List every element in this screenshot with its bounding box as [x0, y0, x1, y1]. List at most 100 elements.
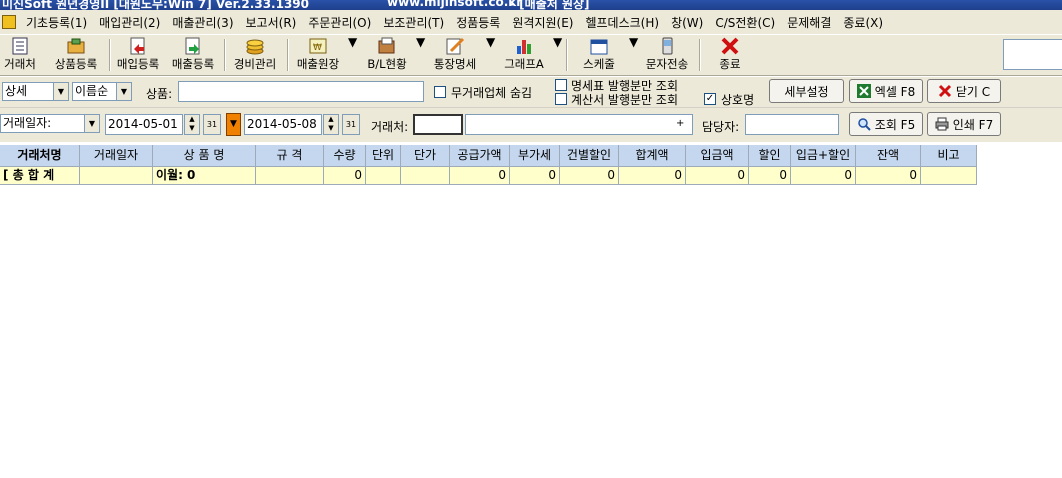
product-reg-button[interactable]: 상품등록: [49, 37, 103, 73]
bank-statement-button[interactable]: 통장명세: [428, 37, 482, 73]
schedule-button[interactable]: 스케줄: [574, 37, 624, 73]
menu-order[interactable]: 주문관리(O): [302, 14, 377, 31]
date-from-calendar-icon[interactable]: 31: [203, 114, 221, 135]
toolbar-separator: [224, 39, 226, 71]
date-range-toggle-icon[interactable]: ▼: [226, 113, 241, 136]
bl-status-button[interactable]: B/L현황: [362, 37, 412, 73]
purchase-doc-icon: [128, 37, 148, 55]
close-button[interactable]: 닫기 C: [927, 79, 1001, 103]
menu-report[interactable]: 보고서(R): [240, 14, 303, 31]
detail-settings-label: 세부설정: [784, 84, 829, 99]
date-type-value: 거래일자:: [3, 116, 52, 130]
expense-button[interactable]: 경비관리: [228, 37, 282, 73]
header-product[interactable]: 상 품 명: [153, 145, 256, 167]
header-deposit[interactable]: 입금액: [686, 145, 749, 167]
header-note[interactable]: 비고: [921, 145, 977, 167]
sum-unit: [366, 167, 401, 185]
header-balance[interactable]: 잔액: [856, 145, 921, 167]
chevron-down-icon[interactable]: ▼: [53, 83, 68, 100]
coins-icon: [245, 37, 265, 55]
hide-no-trade-checkbox[interactable]: [434, 86, 446, 98]
mode-value: 상세: [5, 84, 28, 98]
customer-name-input[interactable]: [465, 114, 693, 135]
menu-window[interactable]: 창(W): [665, 14, 709, 31]
header-discount[interactable]: 할인: [749, 145, 791, 167]
menu-troubleshoot[interactable]: 문제해결: [781, 14, 837, 31]
detail-settings-button[interactable]: 세부설정: [769, 79, 844, 103]
sum-date: [80, 167, 153, 185]
bank-statement-dropdown-icon[interactable]: ▼: [486, 35, 495, 49]
purchase-reg-button[interactable]: 매입등록: [112, 37, 164, 73]
sales-ledger-dropdown-icon[interactable]: ▼: [348, 35, 357, 49]
date-to-spinner[interactable]: ▲ ▼: [323, 114, 339, 135]
company-name-checkbox[interactable]: ✓: [704, 93, 716, 105]
header-price[interactable]: 단가: [401, 145, 450, 167]
header-unit[interactable]: 단위: [366, 145, 401, 167]
header-total[interactable]: 합계액: [619, 145, 686, 167]
toolbar-separator: [287, 39, 289, 71]
sum-price: [401, 167, 450, 185]
toolbar-separator: [109, 39, 111, 71]
company-name-label: 상호명: [721, 93, 755, 107]
window-doc-title: - [매출처 원장]: [510, 0, 590, 10]
date-to-calendar-icon[interactable]: 31: [342, 114, 360, 135]
header-deposit-discount[interactable]: 입금+할인: [791, 145, 856, 167]
print-button[interactable]: 인쇄 F7: [927, 112, 1001, 136]
close-icon: [938, 84, 952, 98]
invoice-only-checkbox[interactable]: [555, 93, 567, 105]
date-from-spinner[interactable]: ▲ ▼: [184, 114, 200, 135]
statement-only-checkbox[interactable]: [555, 79, 567, 91]
date-from-input[interactable]: 2014-05-01: [105, 114, 183, 135]
header-supply[interactable]: 공급가액: [450, 145, 510, 167]
header-item-discount[interactable]: 건별할인: [560, 145, 619, 167]
header-vat[interactable]: 부가세: [510, 145, 560, 167]
sort-select[interactable]: 이름순 ▼: [72, 82, 132, 101]
product-input[interactable]: [178, 81, 424, 102]
app-icon[interactable]: [2, 15, 16, 29]
menu-helpdesk[interactable]: 헬프데스크(H): [579, 14, 665, 31]
menu-exit[interactable]: 종료(X): [837, 14, 889, 31]
chevron-down-icon[interactable]: ▼: [84, 115, 99, 132]
header-qty[interactable]: 수량: [324, 145, 366, 167]
sum-balance: 0: [856, 167, 921, 185]
main-toolbar: 거래처 상품등록 매입등록 매출등록 경비관리 ₩ 매출원장 ▼ B/L현황 ▼…: [0, 34, 1062, 76]
exit-button[interactable]: 종료: [708, 37, 752, 73]
schedule-dropdown-icon[interactable]: ▼: [629, 35, 638, 49]
menu-aux[interactable]: 보조관리(T): [377, 14, 450, 31]
close-x-icon: [720, 37, 740, 55]
menu-basic[interactable]: 기초등록(1): [20, 14, 93, 31]
menu-license[interactable]: 정품등록: [450, 14, 506, 31]
header-spec[interactable]: 규 격: [256, 145, 324, 167]
hide-no-trade-label: 무거래업체 숨김: [451, 86, 533, 100]
menu-remote[interactable]: 원격지원(E): [506, 14, 579, 31]
customer-code-input[interactable]: [413, 114, 463, 135]
chevron-down-icon[interactable]: ▼: [116, 83, 131, 100]
sms-label: 문자전송: [645, 57, 689, 71]
graph-dropdown-icon[interactable]: ▼: [553, 35, 562, 49]
sms-button[interactable]: 문자전송: [640, 37, 694, 73]
svg-text:₩: ₩: [313, 43, 322, 53]
customer-plus-icon[interactable]: +: [676, 118, 684, 129]
graph-button[interactable]: 그래프A: [499, 37, 549, 73]
header-customer[interactable]: 거래처명: [0, 145, 80, 167]
date-type-select[interactable]: 거래일자: ▼: [0, 114, 100, 133]
menu-purchase[interactable]: 매입관리(2): [93, 14, 166, 31]
mode-select[interactable]: 상세 ▼: [2, 82, 69, 101]
menu-sales[interactable]: 매출관리(3): [166, 14, 239, 31]
sales-ledger-button[interactable]: ₩ 매출원장: [292, 37, 344, 73]
manager-input[interactable]: [745, 114, 839, 135]
sales-doc-icon: [183, 37, 203, 55]
excel-button[interactable]: 엑셀 F8: [849, 79, 923, 103]
date-to-input[interactable]: 2014-05-08: [244, 114, 322, 135]
header-date[interactable]: 거래일자: [80, 145, 153, 167]
graph-label: 그래프A: [504, 57, 544, 71]
customer-button[interactable]: 거래처: [0, 37, 40, 73]
print-label: 인쇄 F7: [952, 117, 994, 132]
sales-reg-button[interactable]: 매출등록: [167, 37, 219, 73]
pencil-doc-icon: [445, 37, 465, 55]
bl-status-dropdown-icon[interactable]: ▼: [416, 35, 425, 49]
sum-vat: 0: [510, 167, 560, 185]
search-button[interactable]: 조회 F5: [849, 112, 923, 136]
sales-reg-label: 매출등록: [171, 57, 215, 71]
menu-cs-switch[interactable]: C/S전환(C): [709, 14, 781, 31]
